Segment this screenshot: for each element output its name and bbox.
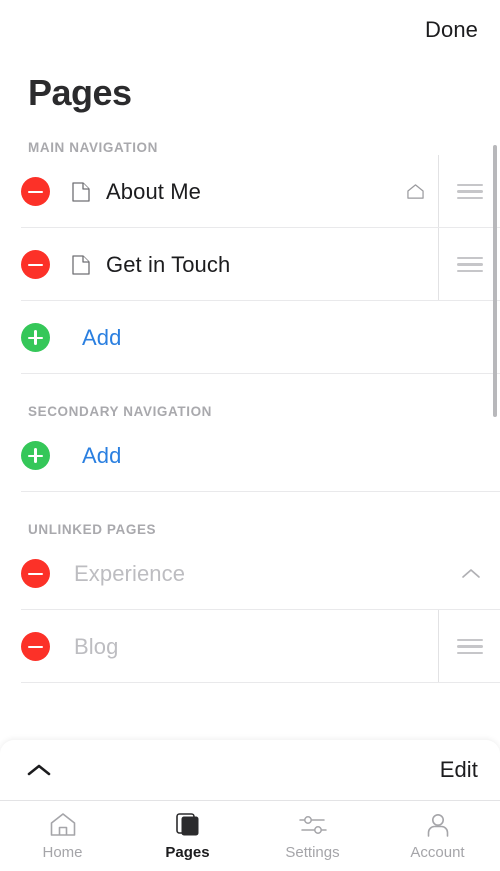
top-bar: Done — [0, 0, 500, 62]
remove-button[interactable] — [21, 559, 50, 588]
sliders-icon — [298, 811, 328, 839]
bottom-sheet: Edit — [0, 740, 500, 800]
page-row-experience[interactable]: Experience — [0, 537, 500, 610]
tab-bar: Home Pages Settings Account — [0, 800, 500, 871]
scrollbar[interactable] — [493, 145, 497, 417]
page-row-label: Blog — [74, 633, 119, 659]
add-label: Add — [82, 324, 122, 350]
add-label: Add — [82, 442, 122, 468]
edit-button[interactable]: Edit — [440, 757, 478, 783]
tab-label: Pages — [165, 844, 210, 861]
tab-label: Home — [42, 844, 83, 861]
tab-pages[interactable]: Pages — [125, 801, 250, 871]
home-badge-icon — [392, 183, 438, 200]
drag-handle[interactable] — [438, 155, 500, 228]
pages-screen: Done Pages MAIN NAVIGATION About Me Get … — [0, 0, 500, 871]
page-row-get-in-touch[interactable]: Get in Touch — [0, 228, 500, 301]
pages-list: MAIN NAVIGATION About Me Get in Touch Ad… — [0, 140, 500, 740]
row-actions — [392, 228, 500, 301]
remove-button[interactable] — [21, 632, 50, 661]
section-header-main-navigation: MAIN NAVIGATION — [28, 140, 158, 155]
tab-home[interactable]: Home — [0, 801, 125, 871]
home-icon — [49, 811, 77, 839]
tab-label: Settings — [285, 844, 340, 861]
drag-handle[interactable] — [438, 610, 500, 683]
section-gap — [0, 492, 500, 522]
page-title: Pages — [28, 72, 132, 113]
pages-icon — [174, 811, 202, 839]
tab-settings[interactable]: Settings — [250, 801, 375, 871]
add-button[interactable] — [21, 323, 50, 352]
chevron-up-icon[interactable] — [26, 762, 52, 778]
person-icon — [424, 811, 452, 839]
row-actions — [442, 537, 500, 610]
section-header-secondary-navigation: SECONDARY NAVIGATION — [28, 404, 213, 419]
add-secondary-navigation-row[interactable]: Add — [0, 419, 500, 492]
page-icon — [72, 254, 90, 275]
chevron-up-icon[interactable] — [442, 567, 500, 580]
tab-label: Account — [410, 844, 465, 861]
add-main-navigation-row[interactable]: Add — [0, 301, 500, 374]
add-button[interactable] — [21, 441, 50, 470]
page-row-about-me[interactable]: About Me — [0, 155, 500, 228]
row-actions — [392, 155, 500, 228]
page-row-label: Experience — [74, 560, 186, 586]
page-row-blog[interactable]: Blog — [0, 610, 500, 683]
section-gap — [0, 374, 500, 404]
page-icon — [72, 181, 90, 202]
row-actions — [438, 610, 500, 683]
page-row-label: About Me — [106, 178, 201, 204]
tab-account[interactable]: Account — [375, 801, 500, 871]
remove-button[interactable] — [21, 250, 50, 279]
page-row-label: Get in Touch — [106, 251, 231, 277]
done-button[interactable]: Done — [425, 17, 478, 43]
remove-button[interactable] — [21, 177, 50, 206]
section-header-unlinked-pages: UNLINKED PAGES — [28, 522, 157, 537]
drag-handle[interactable] — [438, 228, 500, 301]
